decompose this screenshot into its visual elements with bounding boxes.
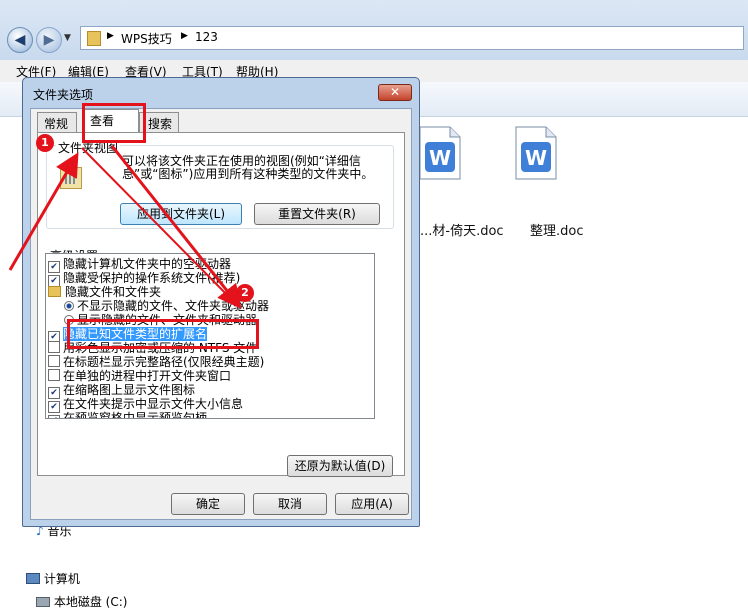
arrow-guide <box>81 147 239 307</box>
arrow-to-setting <box>110 145 242 310</box>
arrow-to-view-tab <box>8 152 79 271</box>
annotation-arrows <box>8 145 242 310</box>
